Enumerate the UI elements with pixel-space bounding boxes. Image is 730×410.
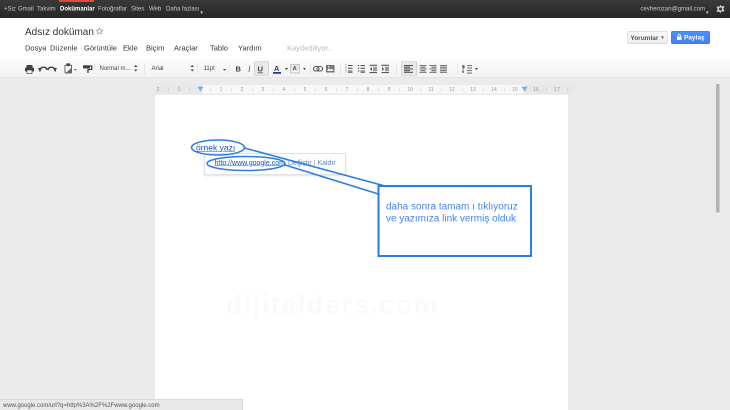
svg-text:3: 3 [345,70,347,74]
svg-text:A: A [293,66,298,72]
svg-text:B: B [236,65,242,74]
svg-text:U: U [258,65,263,74]
svg-text:I: I [247,65,251,74]
svg-text:A: A [274,64,280,73]
